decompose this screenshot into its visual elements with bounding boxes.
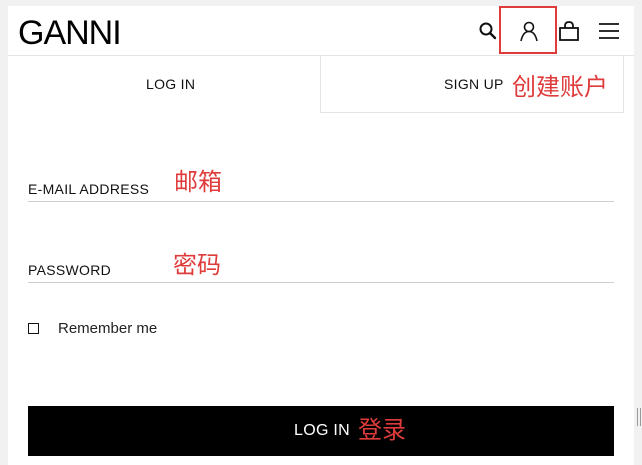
auth-tabs: LOG IN SIGN UP (8, 56, 624, 113)
tab-signup[interactable]: SIGN UP (320, 56, 624, 113)
tab-signup-label: SIGN UP (444, 76, 504, 92)
cart-button[interactable] (556, 18, 582, 44)
login-button[interactable]: LOG IN 登录 (28, 406, 614, 456)
scrollbar-handle[interactable] (637, 408, 641, 426)
tab-login[interactable]: LOG IN (8, 56, 320, 113)
password-input[interactable] (28, 253, 618, 284)
login-button-label: LOG IN (294, 422, 351, 439)
menu-button[interactable] (596, 18, 622, 44)
password-field[interactable]: PASSWORD (28, 253, 618, 284)
annotation-login: 登录 (358, 416, 406, 444)
account-icon (520, 21, 538, 42)
menu-icon (599, 23, 619, 39)
page: GANNI LOG IN SIGN UP 创建账户 E-MAIL ADDRESS… (8, 6, 634, 465)
search-icon (479, 22, 497, 40)
site-header: GANNI (8, 6, 634, 56)
account-button[interactable] (516, 18, 542, 44)
remember-me-label: Remember me (58, 320, 158, 337)
search-button[interactable] (475, 18, 501, 44)
tab-login-label: LOG IN (146, 76, 196, 92)
email-field[interactable]: E-MAIL ADDRESS (28, 172, 618, 203)
remember-me-checkbox[interactable] (28, 323, 39, 334)
ganni-logo[interactable]: GANNI (18, 14, 122, 53)
email-input[interactable] (28, 172, 618, 203)
bag-icon (559, 21, 579, 41)
